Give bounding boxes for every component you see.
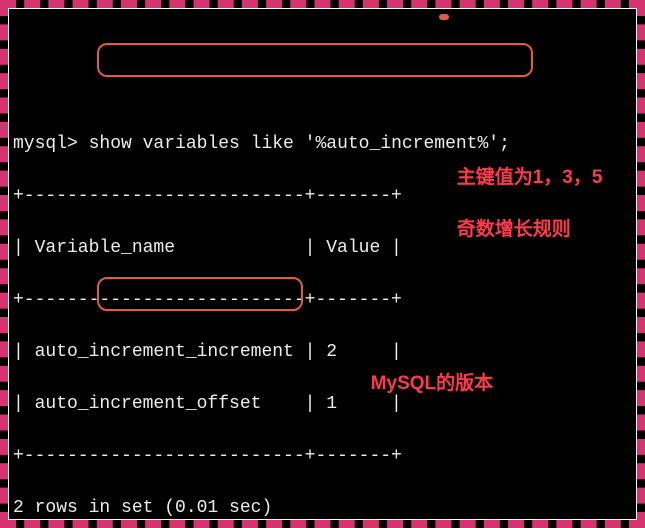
annotation-text: MySQL的版本 xyxy=(371,373,493,394)
annotation-primary-key: 主键值为1，3，5 奇数增长规则 xyxy=(425,139,602,269)
screenshot-frame: mysql> show variables like '%auto_increm… xyxy=(0,0,645,528)
result-footer-1: 2 rows in set (0.01 sec) xyxy=(13,495,632,520)
mysql-prompt: mysql> xyxy=(13,134,78,154)
table-row: | auto_increment_increment | 2 | xyxy=(13,339,632,365)
annotation-text: 主键值为1，3，5 xyxy=(457,167,603,188)
terminal-window[interactable]: mysql> show variables like '%auto_increm… xyxy=(8,8,637,520)
marker-dot xyxy=(439,14,449,20)
annotation-text: 奇数增长规则 xyxy=(457,219,571,240)
highlight-box-query1 xyxy=(97,43,533,77)
table-sep: +--------------------------+-------+ xyxy=(13,443,632,469)
table-row: | auto_increment_offset | 1 | xyxy=(13,391,632,417)
table-sep: +--------------------------+-------+ xyxy=(13,287,632,313)
annotation-version: MySQL的版本 xyxy=(339,345,493,423)
